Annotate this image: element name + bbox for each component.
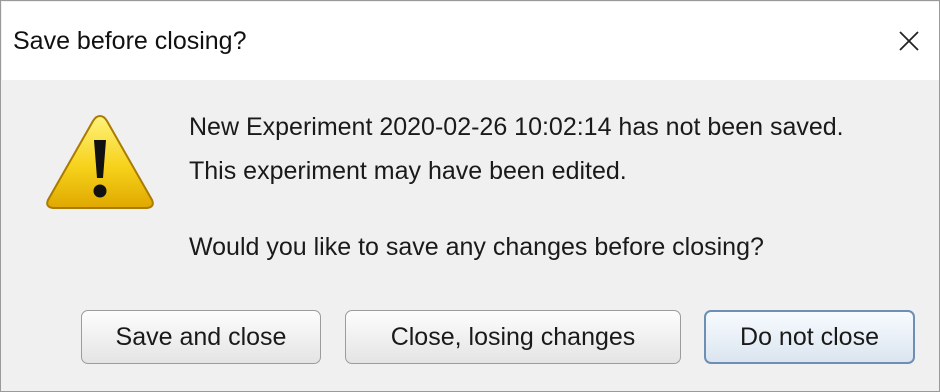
message-line-edited: This experiment may have been edited. — [189, 157, 627, 185]
message-line-question: Would you like to save any changes befor… — [189, 233, 764, 261]
close-losing-changes-button[interactable]: Close, losing changes — [345, 310, 681, 364]
save-dialog: Save before closing? New Experiment 2020… — [0, 0, 940, 392]
close-button[interactable] — [879, 2, 939, 80]
warning-icon — [46, 114, 154, 209]
do-not-close-button[interactable]: Do not close — [704, 310, 915, 364]
title-bar[interactable]: Save before closing? — [2, 2, 939, 80]
message-line-unsaved: New Experiment 2020-02-26 10:02:14 has n… — [189, 113, 844, 141]
save-and-close-button[interactable]: Save and close — [81, 310, 321, 364]
close-icon — [899, 31, 919, 51]
dialog-title: Save before closing? — [13, 27, 247, 55]
